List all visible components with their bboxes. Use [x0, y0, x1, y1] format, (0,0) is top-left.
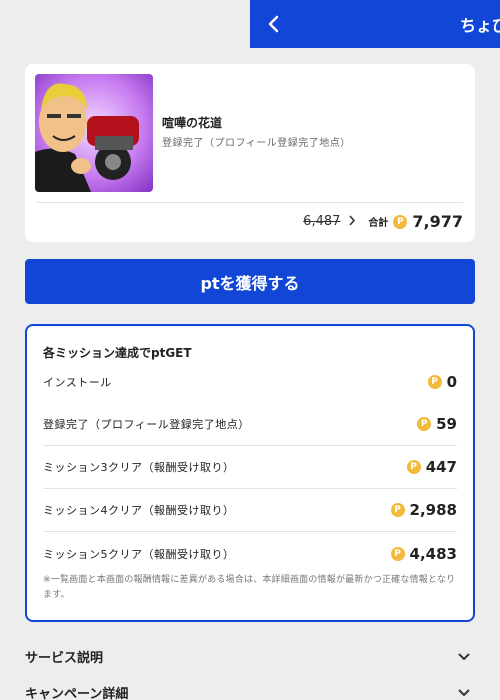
accordion-service-description[interactable]: サービス説明	[25, 644, 475, 668]
mission-points: 59	[436, 415, 457, 433]
mission-row: インストール P0	[43, 360, 457, 403]
mission-label: ミッション5クリア（報酬受け取り）	[43, 547, 235, 561]
accordion-label: サービス説明	[25, 650, 104, 666]
mission-points: 0	[446, 372, 457, 391]
coin-icon: P	[427, 374, 442, 389]
back-button[interactable]	[250, 0, 296, 48]
accordion-campaign-details[interactable]: キャンペーン詳細	[25, 680, 475, 700]
mission-points: 4,483	[409, 544, 457, 563]
app-name: 喧嘩の花道	[162, 116, 223, 130]
old-points: 6,487	[303, 214, 341, 229]
header-title: ちょび	[459, 16, 500, 35]
coin-icon: P	[417, 417, 432, 431]
coin-icon: P	[406, 460, 421, 474]
chevron-left-icon	[268, 15, 279, 33]
mission-row: 登録完了（プロフィール登録完了地点） P 59	[43, 403, 457, 446]
missions-panel: 各ミッション達成でptGET インストール P0 登録完了（プロフィール登録完了…	[25, 324, 475, 622]
mission-label: ミッション4クリア（報酬受け取り）	[43, 504, 235, 517]
app-thumbnail[interactable]	[35, 74, 153, 192]
mission-points: 447	[425, 458, 457, 476]
mission-points: 2,988	[409, 501, 457, 519]
app-card: 喧嘩の花道 登録完了（プロフィール登録完了地点） 6,487 合計 P 7,97…	[25, 64, 475, 242]
chevron-down-icon	[457, 647, 475, 666]
chevron-right-icon	[348, 214, 356, 230]
coin-icon: P	[390, 546, 405, 561]
coin-icon: P	[393, 214, 408, 229]
card-divider	[37, 202, 463, 203]
total-points: 7,977	[412, 212, 463, 231]
top-bar: ちょび	[250, 0, 500, 48]
mission-row: ミッション3クリア（報酬受け取り） P 447	[43, 446, 457, 489]
chevron-down-icon	[457, 683, 475, 700]
disclaimer-note: ※一覧画面と本画面の報酬情報に差異がある場合は、本詳細画面の情報が最新かつ正確な…	[43, 575, 456, 600]
total-label: 合計	[368, 218, 389, 229]
coin-icon: P	[390, 503, 405, 517]
mission-label: ミッション3クリア（報酬受け取り）	[43, 461, 235, 474]
app-condition: 登録完了（プロフィール登録完了地点）	[162, 138, 351, 149]
mission-row: ミッション4クリア（報酬受け取り） P 2,988	[43, 489, 457, 532]
missions-title: 各ミッション達成でptGET	[43, 346, 192, 360]
points-summary: 6,487 合計 P 7,977	[303, 212, 463, 231]
get-points-button[interactable]: ptを獲得する	[25, 259, 475, 304]
accordion-label: キャンペーン詳細	[25, 686, 129, 700]
mission-label: 登録完了（プロフィール登録完了地点）	[43, 418, 250, 431]
mission-row: ミッション5クリア（報酬受け取り） P 4,483	[43, 532, 457, 575]
mission-label: インストール	[43, 375, 112, 389]
